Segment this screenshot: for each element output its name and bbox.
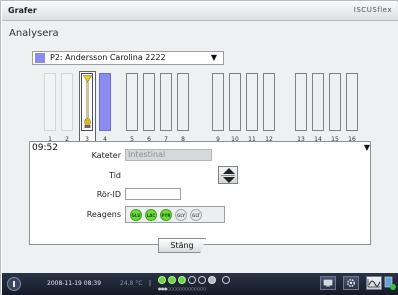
vial-slot-15[interactable] (329, 73, 341, 131)
vial-slot-16[interactable] (346, 73, 358, 131)
rorid-input[interactable] (125, 188, 181, 200)
reagent-glu[interactable]: GLU (130, 209, 142, 221)
sample-detail-panel: Kateter Intestinal Tid 09:52 ▼ Rör-ID Re… (29, 141, 371, 245)
status-datetime: 2008-11-19 08:39 (47, 280, 102, 287)
reagent-glt[interactable]: GLT (190, 209, 202, 221)
reagent-lac[interactable]: LAC (145, 209, 157, 221)
vial-slot-6[interactable] (143, 73, 155, 131)
reagens-group: GLU LAC PYR GLY GLT (125, 206, 225, 223)
title-bar: Grafer ISCUSflex (2, 2, 398, 21)
vial-slot-5[interactable] (126, 73, 138, 131)
patient-select-value: P2: Andersson Carolina 2222 (50, 53, 166, 62)
tid-label: Tid (109, 171, 121, 180)
catheter-icon (83, 75, 92, 128)
status-indicator-icon (168, 276, 176, 284)
status-indicator-icon (198, 276, 206, 284)
vial-slot-9[interactable] (212, 73, 224, 131)
rorid-label: Rör-ID (96, 190, 121, 199)
vial-slot-7[interactable] (160, 73, 172, 131)
tid-value: 09:52 (32, 143, 58, 153)
status-bar: 2008-11-19 08:39 24,8 °C | ●●●○○○○○○○○○○… (2, 273, 398, 295)
kateter-label: Kateter (91, 151, 121, 160)
close-button[interactable]: Stäng (158, 238, 206, 253)
gear-icon (347, 279, 355, 287)
vial-slot-rack: 1 2 3 4 5 6 7 8 9 10 11 12 13 14 15 16 (2, 71, 398, 147)
vial-slot-11[interactable] (246, 73, 258, 131)
app-window: Grafer ISCUSflex Analysera P2: Andersson… (0, 0, 398, 295)
vial-slot-12[interactable] (263, 73, 275, 131)
reagens-label: Reagens (86, 210, 121, 219)
vial-slot-2[interactable] (61, 73, 73, 131)
time-stepper[interactable] (218, 166, 238, 184)
status-indicator-icon (178, 276, 186, 284)
vial-slot-13[interactable] (295, 73, 307, 131)
arrow-down-icon[interactable] (223, 177, 235, 183)
arrow-up-icon[interactable] (223, 168, 235, 174)
stepper-divider (221, 175, 235, 176)
vial-slot-8[interactable] (177, 73, 189, 131)
patient-select[interactable]: P2: Andersson Carolina 2222 ▼ (32, 51, 224, 65)
window-title: Grafer (8, 6, 37, 15)
vial-slot-10[interactable] (229, 73, 241, 131)
chevron-down-icon: ▼ (210, 53, 217, 62)
chart-wave-icon (367, 279, 381, 288)
power-icon[interactable] (7, 277, 21, 291)
monitor-icon (323, 279, 333, 287)
status-indicator-icon (222, 276, 230, 284)
slot-status-dots: ●●●○○○○○○○○○○○○○ (158, 286, 206, 291)
chevron-down-icon: ▼ (363, 143, 370, 152)
reagent-pyr[interactable]: PYR (160, 209, 172, 221)
main-content: Analysera P2: Andersson Carolina 2222 ▼ (2, 21, 398, 273)
status-indicator-icon (208, 276, 216, 284)
kateter-field: Intestinal (125, 149, 212, 161)
monitor-button[interactable] (320, 276, 336, 290)
vial-slot-1[interactable] (44, 73, 56, 131)
settings-button[interactable] (343, 276, 359, 290)
vial-slot-4[interactable] (99, 73, 111, 131)
status-separator: | (149, 280, 152, 287)
section-title: Analysera (9, 28, 59, 39)
vial-slot-14[interactable] (312, 73, 324, 131)
status-indicator-icon (188, 276, 196, 284)
patient-color-swatch (35, 53, 45, 63)
computer-icon (384, 276, 396, 290)
status-temperature: 24,8 °C (120, 280, 143, 287)
brand-logo: ISCUSflex (353, 6, 392, 14)
reagent-gly[interactable]: GLY (175, 209, 187, 221)
graphs-button[interactable] (366, 276, 382, 290)
status-indicator-icon (158, 276, 166, 284)
